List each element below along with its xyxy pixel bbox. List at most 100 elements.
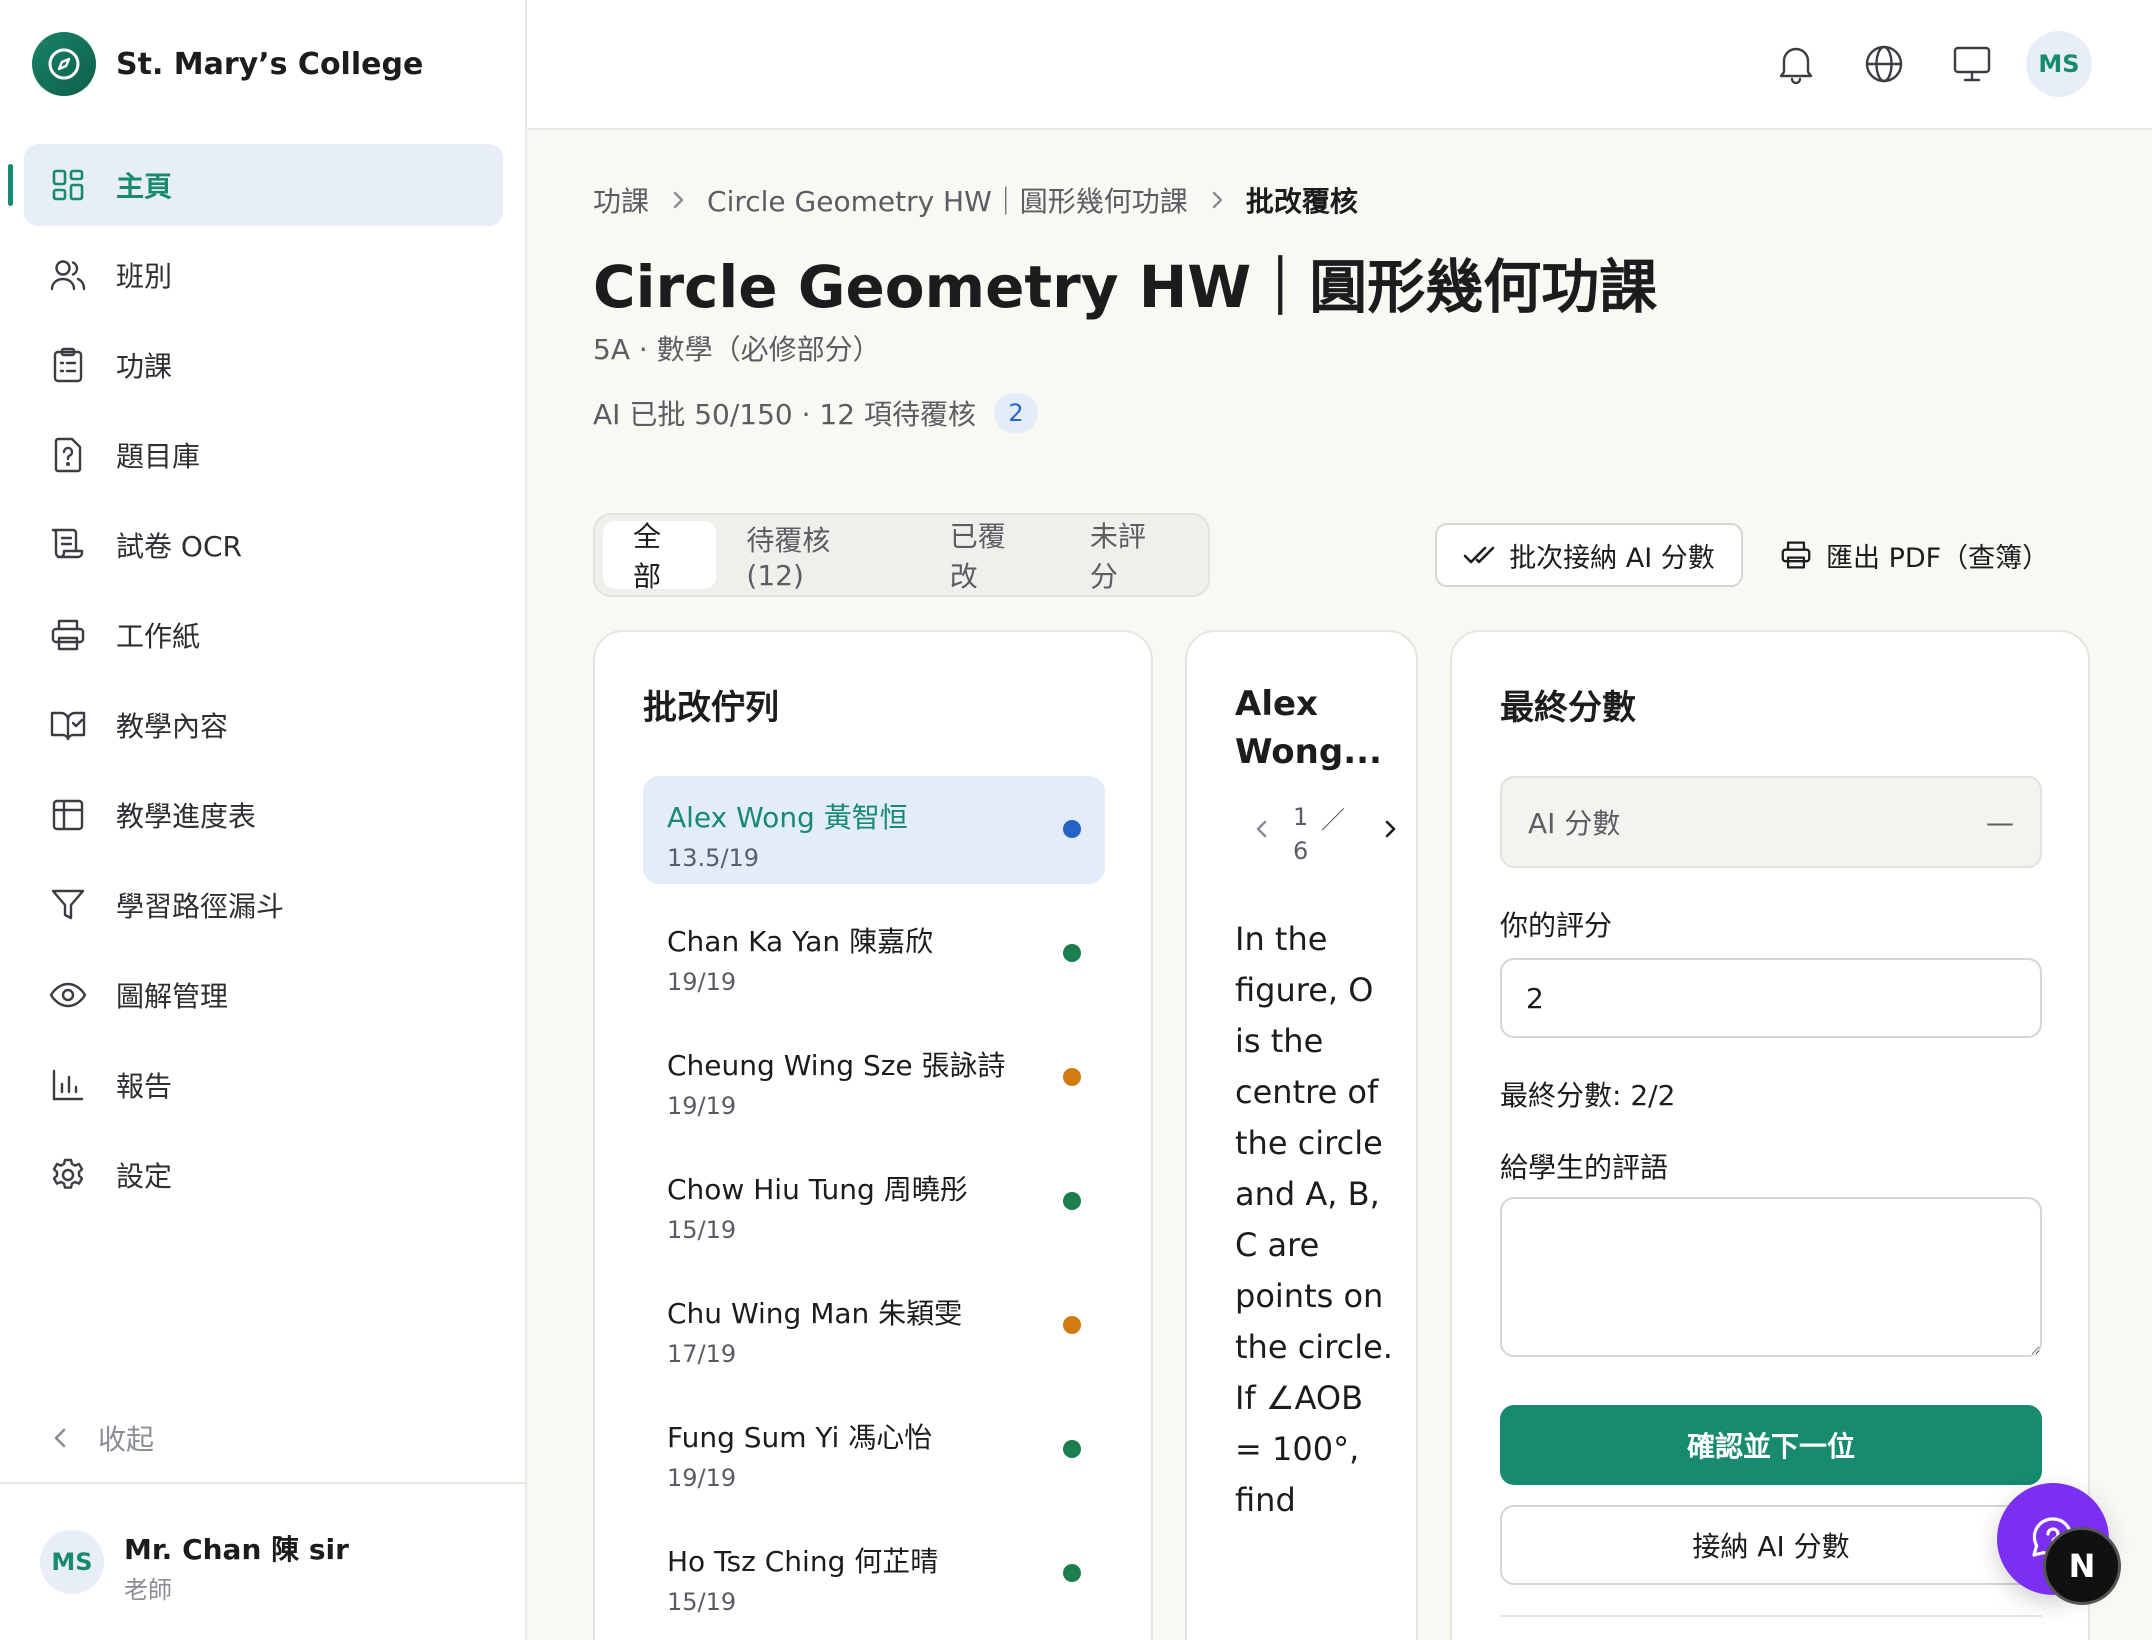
sidebar-item-label: 學習路徑漏斗	[116, 890, 285, 923]
sidebar-item-teaching-content[interactable]: 教學內容	[24, 684, 503, 766]
comment-textarea[interactable]	[1500, 1197, 2042, 1357]
sidebar-item-label: 設定	[116, 1160, 173, 1193]
chevron-right-icon	[1210, 189, 1224, 211]
header-avatar[interactable]: MS	[2026, 31, 2092, 97]
sidebar-item-classes[interactable]: 班別	[24, 234, 503, 316]
page-separator: ／	[1321, 806, 1345, 834]
sidebar-item-label: 主頁	[116, 170, 173, 203]
sidebar-nav: 主頁 班別 功課 題目庫 試卷 OCR 工作紙 教學內容 教學進度表 學習路徑漏…	[8, 144, 503, 1224]
sidebar-item-label: 圖解管理	[116, 980, 229, 1013]
batch-accept-ai-button[interactable]: 批次接納 AI 分數	[1435, 523, 1743, 587]
sidebar-item-label: 題目庫	[116, 440, 201, 473]
student-name: Fung Sum Yi 馮心怡	[667, 1421, 933, 1454]
breadcrumb-assignment[interactable]: Circle Geometry HW｜圓形幾何功課	[707, 180, 1188, 220]
student-score: 15/19	[667, 1588, 737, 1616]
list-item[interactable]: Alex Wong 黃智恒 13.5/19	[643, 776, 1105, 884]
sidebar-item-schedule[interactable]: 教學進度表	[24, 774, 503, 856]
comment-label: 給學生的評語	[1500, 1151, 1669, 1184]
student-name: Chu Wing Man 朱穎雯	[667, 1297, 963, 1330]
scroll-icon	[48, 525, 88, 565]
table-icon	[48, 795, 88, 835]
queue-list: Alex Wong 黃智恒 13.5/19 Chan Ka Yan 陳嘉欣 19…	[643, 776, 1105, 1640]
page-total: 6	[1293, 837, 1309, 865]
page-title: Circle Geometry HW｜圓形幾何功課	[593, 253, 1658, 321]
chevron-right-icon	[671, 189, 685, 211]
printer-icon	[48, 615, 88, 655]
student-score: 15/19	[667, 1216, 737, 1244]
sidebar-item-diagram-management[interactable]: 圖解管理	[24, 954, 503, 1036]
list-item[interactable]: Chan Ka Yan 陳嘉欣 19/19	[643, 900, 1105, 1008]
sidebar-item-learning-funnel[interactable]: 學習路徑漏斗	[24, 864, 503, 946]
tab-all[interactable]: 全部	[603, 520, 717, 593]
book-open-check-icon	[48, 705, 88, 745]
bell-icon[interactable]	[1772, 40, 1820, 88]
score-panel-title: 最終分數	[1500, 688, 1636, 728]
collapse-label: 收起	[98, 1423, 155, 1456]
accept-ai-score-button[interactable]: 接納 AI 分數	[1500, 1505, 2042, 1585]
queue-title: 批改佇列	[643, 688, 779, 728]
monitor-icon[interactable]	[1948, 40, 1996, 88]
sidebar-item-home[interactable]: 主頁	[8, 144, 503, 226]
list-item[interactable]: Chu Wing Man 朱穎雯 17/19	[643, 1272, 1105, 1380]
page-subtitle: 5A · 數學（必修部分）	[593, 333, 881, 366]
score-input[interactable]	[1500, 958, 2042, 1038]
student-name: Cheung Wing Sze 張詠詩	[667, 1049, 1006, 1082]
list-item[interactable]: Cheung Wing Sze 張詠詩 19/19	[643, 1024, 1105, 1132]
list-item[interactable]: Fung Sum Yi 馮心怡 19/19	[643, 1396, 1105, 1504]
dev-tools-button[interactable]: N	[2043, 1527, 2121, 1605]
sidebar-item-reports[interactable]: 報告	[24, 1044, 503, 1126]
sidebar-item-label: 報告	[116, 1070, 173, 1103]
chevron-left-icon[interactable]	[1253, 816, 1271, 846]
tab-reviewed[interactable]: 已覆改	[920, 520, 1060, 593]
page-current: 1	[1293, 803, 1309, 831]
confirm-next-button[interactable]: 確認並下一位	[1500, 1405, 2042, 1485]
gear-icon	[48, 1155, 88, 1195]
question-panel: Alex Wong... 1 6 ／ In the figure, O is t…	[1185, 630, 1418, 1640]
printer-icon	[1781, 541, 1811, 569]
status-dot	[1063, 944, 1081, 962]
sidebar-item-label: 工作紙	[116, 620, 201, 653]
user-profile[interactable]: MS Mr. Chan 陳 sir 老師	[0, 1482, 525, 1640]
tab-pending-review[interactable]: 待覆核 (12)	[716, 521, 919, 592]
page-indicator: 1 6	[1293, 800, 1308, 868]
ai-score-label: AI 分數	[1528, 807, 1621, 840]
final-score-text: 最終分數: 2/2	[1500, 1079, 1676, 1112]
user-name: Mr. Chan 陳 sir	[124, 1533, 349, 1566]
question-text: In the figure, O is the centre of the ci…	[1235, 920, 1393, 1519]
sidebar-item-label: 教學進度表	[116, 800, 257, 833]
breadcrumb-homework[interactable]: 功課	[593, 180, 649, 220]
sidebar-item-label: 功課	[116, 350, 173, 383]
sidebar-item-worksheet[interactable]: 工作紙	[24, 594, 503, 676]
grading-queue-panel: 批改佇列 Alex Wong 黃智恒 13.5/19 Chan Ka Yan 陳…	[593, 630, 1153, 1640]
final-score-panel: 最終分數 AI 分數 — 你的評分 最終分數: 2/2 給學生的評語 確認並下一…	[1450, 630, 2090, 1640]
student-name: Ho Tsz Ching 何芷晴	[667, 1545, 939, 1578]
status-dot	[1063, 820, 1081, 838]
sidebar-item-exam-ocr[interactable]: 試卷 OCR	[24, 504, 503, 586]
sidebar-item-label: 試卷 OCR	[116, 530, 242, 563]
tab-ungraded[interactable]: 未評分	[1060, 520, 1200, 593]
sidebar-item-question-bank[interactable]: 題目庫	[24, 414, 503, 496]
user-role: 老師	[124, 1576, 172, 1604]
question-file-icon	[48, 435, 88, 475]
brand[interactable]: St. Mary’s College	[32, 31, 423, 97]
brand-name: St. Mary’s College	[116, 46, 424, 82]
sidebar-item-homework[interactable]: 功課	[24, 324, 503, 406]
ai-score-value: —	[1986, 805, 2014, 839]
sidebar-item-settings[interactable]: 設定	[24, 1134, 503, 1216]
list-item[interactable]: Ho Tsz Ching 何芷晴 15/19	[643, 1520, 1105, 1628]
ai-score-display: AI 分數 —	[1500, 776, 2042, 868]
status-dot	[1063, 1192, 1081, 1210]
question-student-name: Alex Wong...	[1235, 684, 1382, 772]
chevron-left-icon	[54, 1428, 66, 1448]
chevron-right-icon[interactable]	[1381, 816, 1399, 846]
divider	[1500, 1615, 2042, 1617]
status-dot	[1063, 1068, 1081, 1086]
globe-icon[interactable]	[1860, 40, 1908, 88]
student-name: Chow Hiu Tung 周曉彤	[667, 1173, 968, 1206]
progress-text: AI 已批 50/150 · 12 項待覆核	[593, 398, 976, 431]
clipboard-list-icon	[48, 345, 88, 385]
export-pdf-button[interactable]: 匯出 PDF（查簿）	[1780, 523, 2049, 587]
collapse-sidebar-button[interactable]: 收起	[50, 1418, 154, 1458]
eye-icon	[48, 975, 88, 1015]
list-item[interactable]: Chow Hiu Tung 周曉彤 15/19	[643, 1148, 1105, 1256]
